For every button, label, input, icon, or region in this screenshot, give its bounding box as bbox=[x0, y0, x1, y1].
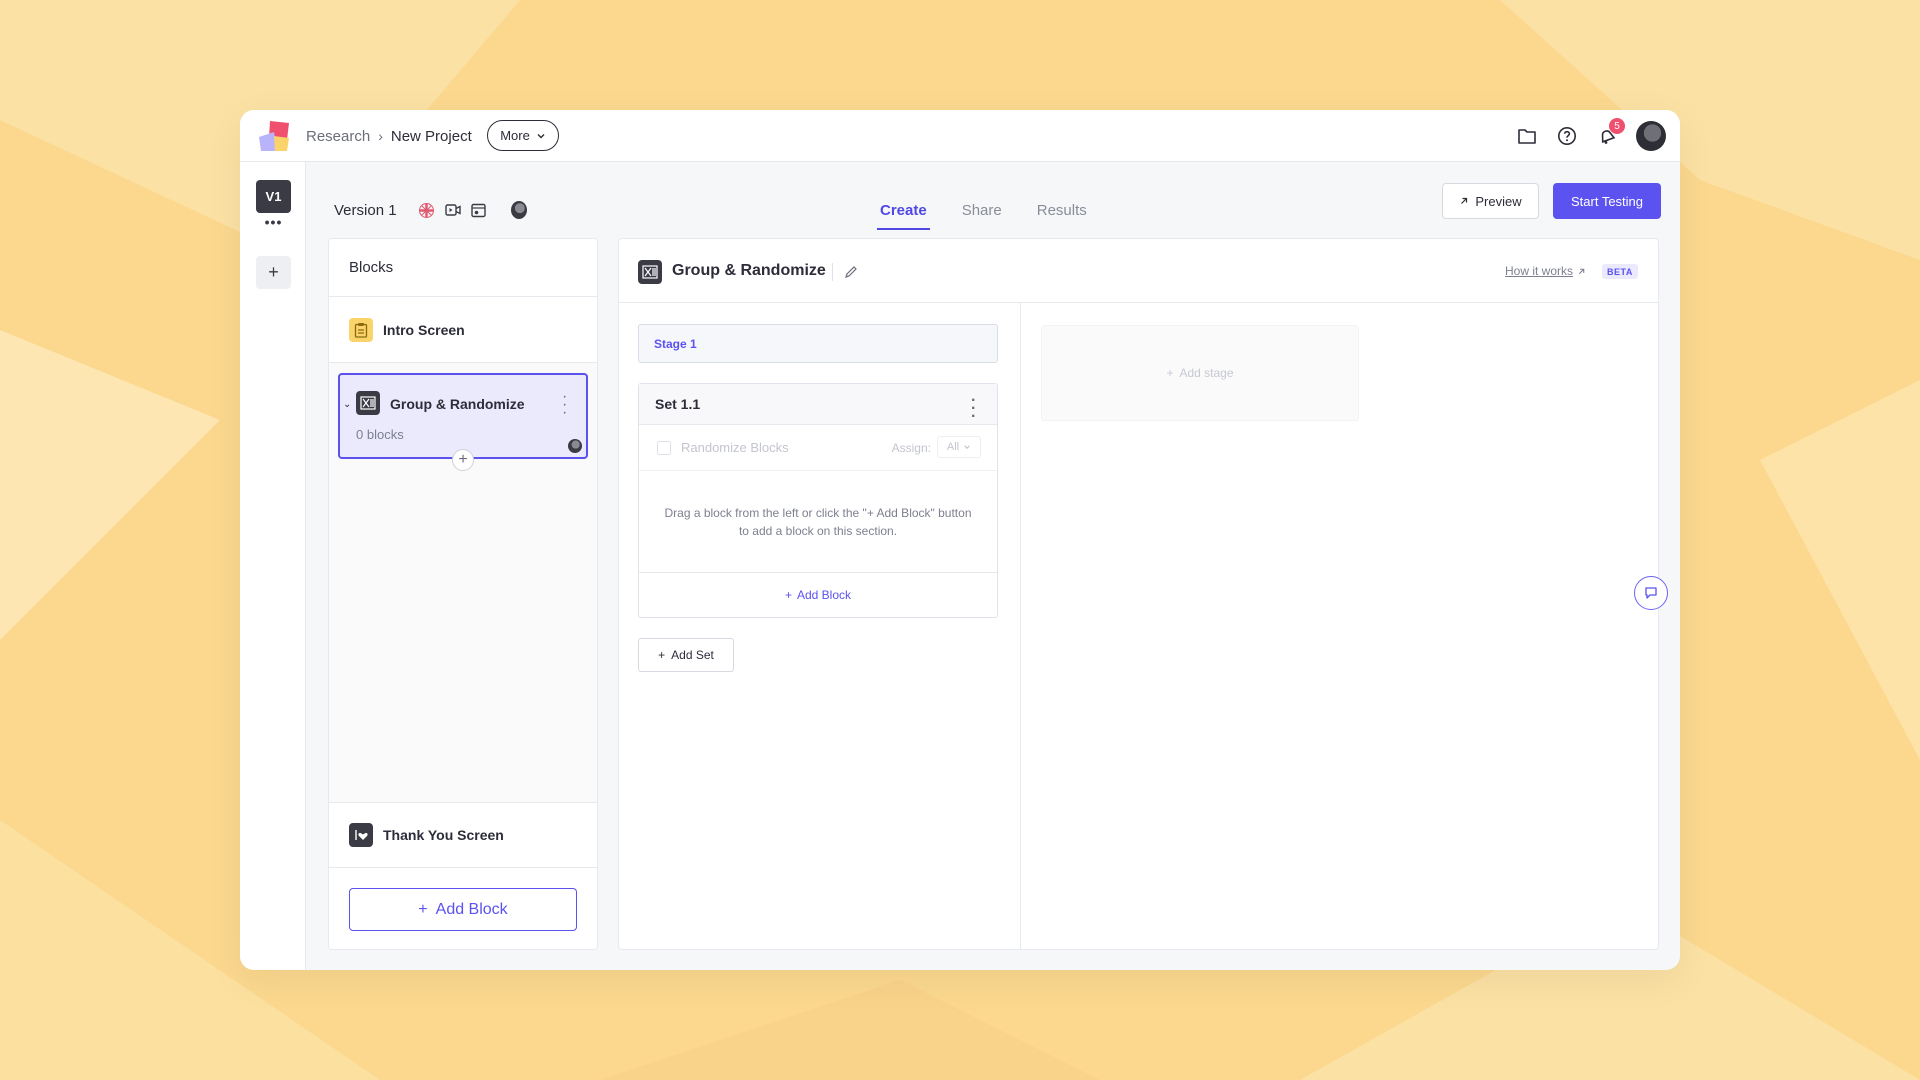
add-stage-label: Add stage bbox=[1179, 366, 1234, 380]
add-set-label: Add Set bbox=[671, 648, 714, 662]
block-group-randomize[interactable]: ⌄ Group & Randomize · · · 0 blocks bbox=[338, 373, 588, 459]
pencil-icon[interactable] bbox=[843, 264, 859, 280]
set-add-block-button[interactable]: + Add Block bbox=[639, 573, 997, 617]
stage-1-tab[interactable]: Stage 1 bbox=[638, 324, 998, 363]
notification-badge: 5 bbox=[1609, 118, 1625, 134]
assign-select[interactable]: All bbox=[937, 436, 981, 458]
chevron-down-icon bbox=[537, 133, 545, 138]
uk-flag-icon[interactable] bbox=[419, 202, 435, 218]
chevron-down-icon bbox=[964, 445, 970, 449]
insert-block-plus-icon[interactable]: + bbox=[452, 449, 474, 471]
add-stage-button[interactable]: + Add stage bbox=[1041, 325, 1359, 421]
block-intro-screen[interactable]: Intro Screen bbox=[329, 297, 597, 363]
app-logo[interactable] bbox=[256, 118, 292, 154]
help-icon[interactable] bbox=[1556, 125, 1578, 147]
blocks-panel: Blocks Intro Screen ⌄ Group & Randomize … bbox=[328, 238, 598, 950]
plus-icon: + bbox=[784, 588, 792, 602]
start-testing-button[interactable]: Start Testing bbox=[1553, 183, 1661, 219]
group-block-title: Group & Randomize bbox=[390, 396, 525, 412]
editor-header: Group & Randomize How it works BETA bbox=[619, 239, 1658, 303]
arrow-up-right-icon bbox=[1461, 197, 1468, 204]
set-title: Set 1.1 bbox=[655, 396, 701, 412]
external-link-icon bbox=[1578, 268, 1585, 274]
main-tabs: Create Share Results bbox=[877, 190, 1087, 230]
more-button[interactable]: More bbox=[487, 120, 559, 151]
app-window: Research › New Project More 5 V1 ••• + V… bbox=[240, 110, 1680, 970]
set-card: Set 1.1 · · · Randomize Blocks Assign: All… bbox=[638, 383, 998, 618]
add-version-button[interactable]: + bbox=[256, 256, 291, 289]
plus-icon: + bbox=[658, 648, 666, 662]
version-options-icon[interactable]: ••• bbox=[256, 214, 291, 230]
randomize-checkbox[interactable] bbox=[657, 440, 671, 455]
preview-button[interactable]: Preview bbox=[1442, 183, 1539, 219]
version-label: Version 1 bbox=[334, 201, 397, 219]
top-bar: Research › New Project More 5 bbox=[240, 110, 1680, 162]
tab-share[interactable]: Share bbox=[962, 190, 1002, 230]
group-editor: Group & Randomize How it works BETA Stag… bbox=[618, 238, 1659, 950]
assign-value: All bbox=[946, 441, 960, 453]
video-icon[interactable] bbox=[444, 202, 461, 218]
set-header: Set 1.1 · · · bbox=[639, 384, 997, 425]
folder-icon[interactable] bbox=[1516, 125, 1538, 147]
plus-icon: + bbox=[418, 900, 428, 918]
how-it-works-label: How it works bbox=[1505, 264, 1574, 278]
collaborator-avatar[interactable] bbox=[510, 201, 527, 219]
assign-label: Assign: bbox=[891, 441, 931, 455]
blocks-panel-title: Blocks bbox=[329, 239, 597, 297]
divider bbox=[832, 263, 833, 281]
set-options: Randomize Blocks Assign: All bbox=[639, 425, 997, 471]
breadcrumb-current: New Project bbox=[390, 127, 472, 145]
drop-hint: Drag a block from the left or click the … bbox=[639, 471, 997, 573]
add-block-label: Add Block bbox=[435, 900, 508, 918]
version-row: Version 1 bbox=[334, 190, 527, 230]
notifications-icon[interactable]: 5 bbox=[1596, 118, 1625, 147]
blocks-footer: + Add Block bbox=[329, 868, 597, 949]
group-avatar bbox=[568, 439, 582, 453]
how-it-works-link[interactable]: How it works bbox=[1505, 264, 1586, 278]
thank-you-heart-icon bbox=[349, 823, 373, 847]
screen-record-icon[interactable] bbox=[471, 202, 487, 218]
block-thank-you-label: Thank You Screen bbox=[383, 827, 504, 843]
chevron-right-icon: › bbox=[378, 128, 383, 144]
block-intro-label: Intro Screen bbox=[383, 321, 465, 338]
group-randomize-icon bbox=[638, 260, 662, 284]
version-badge[interactable]: V1 bbox=[256, 180, 291, 213]
editor-title: Group & Randomize bbox=[672, 262, 826, 279]
tab-results[interactable]: Results bbox=[1037, 190, 1087, 230]
add-set-button[interactable]: + Add Set bbox=[638, 638, 734, 672]
beta-badge: BETA bbox=[1602, 264, 1638, 279]
preview-button-label: Preview bbox=[1475, 193, 1522, 209]
tab-create[interactable]: Create bbox=[877, 190, 930, 230]
breadcrumb: Research › New Project bbox=[306, 110, 472, 162]
version-rail: V1 ••• + bbox=[240, 162, 306, 970]
kebab-menu-icon[interactable]: · · · bbox=[971, 393, 977, 425]
add-block-button[interactable]: + Add Block bbox=[349, 888, 577, 931]
randomize-label: Randomize Blocks bbox=[681, 440, 789, 455]
group-randomize-icon bbox=[356, 391, 380, 415]
breadcrumb-research[interactable]: Research bbox=[306, 128, 370, 145]
user-avatar[interactable] bbox=[1636, 121, 1666, 151]
top-icons: 5 bbox=[1516, 110, 1666, 162]
kebab-menu-icon[interactable]: · · · bbox=[562, 389, 568, 421]
group-block-count: 0 blocks bbox=[356, 427, 404, 442]
collapse-chevron-icon[interactable]: ⌄ bbox=[343, 399, 351, 410]
stage-column: Stage 1 Set 1.1 · · · Randomize Blocks Ass… bbox=[619, 303, 1021, 949]
plus-icon: + bbox=[1166, 366, 1174, 380]
chat-icon[interactable] bbox=[1634, 576, 1668, 610]
more-button-label: More bbox=[500, 128, 530, 143]
clipboard-icon bbox=[349, 317, 373, 342]
block-thank-you-screen[interactable]: Thank You Screen bbox=[329, 802, 597, 868]
set-add-block-label: Add Block bbox=[796, 588, 852, 602]
